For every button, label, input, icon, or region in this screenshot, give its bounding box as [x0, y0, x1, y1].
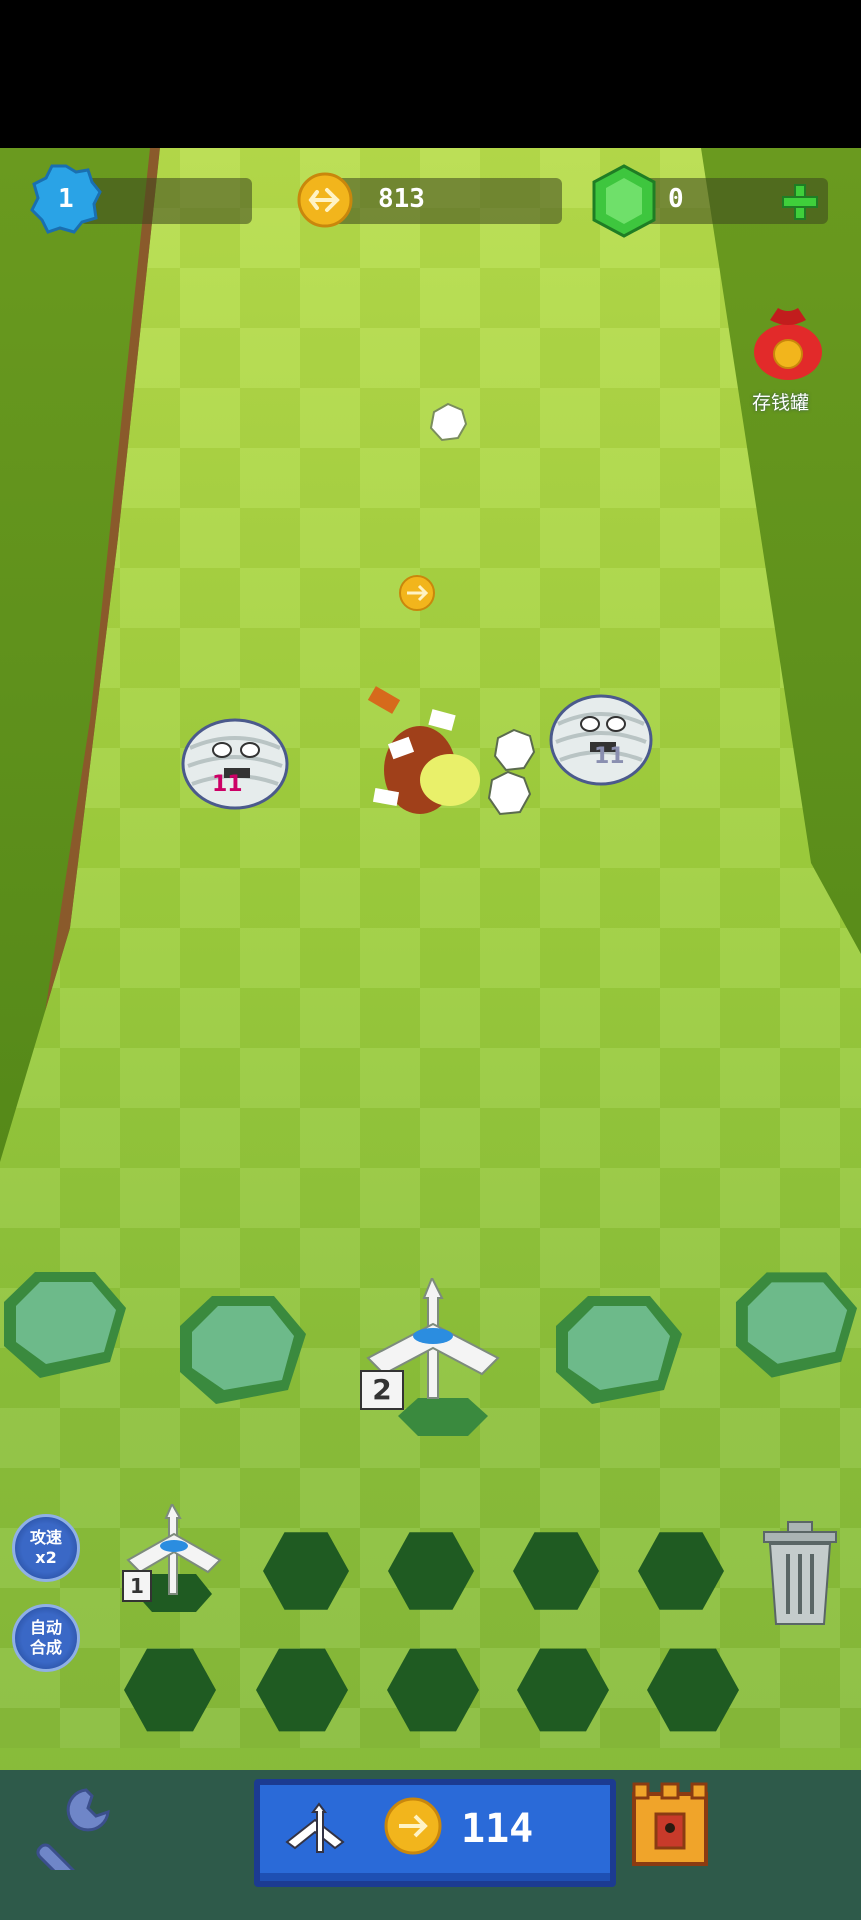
money-bag-icon[interactable]	[748, 300, 828, 382]
crossbow-turret[interactable]	[358, 1278, 508, 1438]
level-number: 1	[58, 184, 74, 214]
buy-price: 114	[461, 1806, 534, 1852]
turret-level-badge: 2	[360, 1370, 404, 1410]
crossbow-icon	[285, 1802, 345, 1853]
turret-pad[interactable]	[0, 1268, 130, 1382]
coin-count: 813	[378, 184, 425, 214]
dropped-coin-icon	[399, 575, 435, 611]
coin-icon	[384, 1797, 442, 1855]
wrench-settings-icon[interactable]	[28, 1784, 114, 1870]
turret-pad[interactable]	[732, 1268, 861, 1382]
gem-count: 0	[668, 184, 684, 214]
attack-speed-x2-button[interactable]: 攻速 x2	[12, 1514, 80, 1582]
enemy-hp-label: 11	[212, 772, 243, 797]
turret-pad[interactable]	[176, 1292, 310, 1408]
piggy-bank-label[interactable]: 存钱罐	[752, 388, 809, 415]
gem-icon	[592, 164, 656, 238]
trash-icon[interactable]	[758, 1518, 842, 1628]
auto-merge-button[interactable]: 自动 合成	[12, 1604, 80, 1672]
merge-label: 合成	[29, 1638, 62, 1657]
level-progress-bar	[80, 178, 252, 224]
speed-label: 攻速	[29, 1528, 62, 1547]
auto-label: 自动	[29, 1618, 62, 1637]
inventory-turret-level: 1	[122, 1570, 152, 1602]
coin-bar	[320, 178, 562, 224]
coin-icon	[297, 172, 353, 228]
snowball-projectile	[429, 402, 468, 442]
enemy-hp-label: 11	[594, 744, 625, 769]
explosion-effect	[367, 686, 480, 814]
castle-lock-icon[interactable]	[628, 1780, 712, 1868]
turret-pad[interactable]	[552, 1292, 686, 1408]
speed-multiplier: x2	[35, 1548, 57, 1567]
mummy-enemy[interactable]	[538, 684, 664, 788]
add-gems-button[interactable]	[780, 182, 820, 222]
